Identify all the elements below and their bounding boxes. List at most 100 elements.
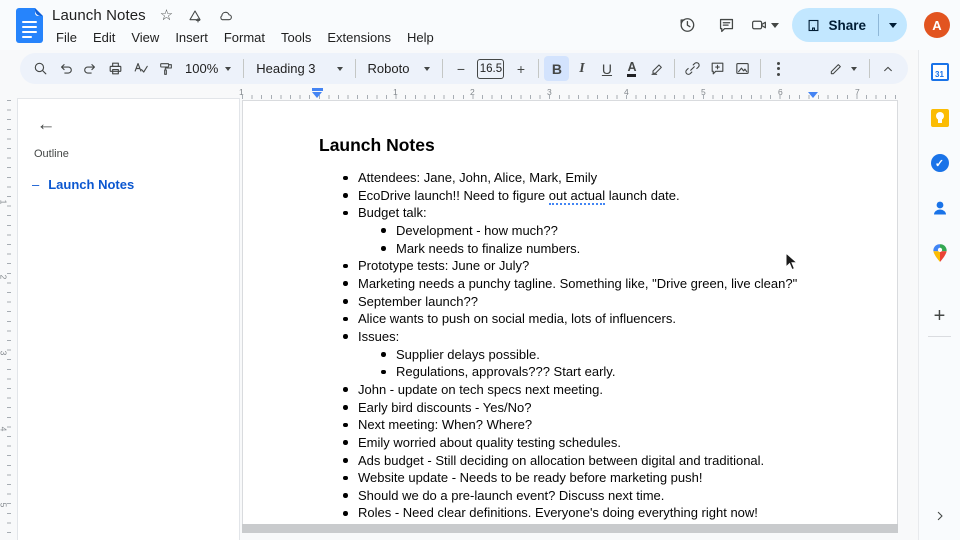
- paragraph-style-select[interactable]: Heading 3: [249, 56, 349, 81]
- get-addons-button[interactable]: +: [926, 302, 954, 330]
- list-item[interactable]: Roles - Need clear definitions. Everyone…: [243, 504, 897, 522]
- bullet-dot-icon: [343, 175, 348, 181]
- hide-menus-chevron-icon[interactable]: [875, 56, 900, 81]
- menu-file[interactable]: File: [48, 28, 85, 47]
- insert-link-icon[interactable]: [680, 56, 705, 81]
- underline-button[interactable]: U: [594, 56, 619, 81]
- document-status-cloud-icon[interactable]: [217, 8, 234, 24]
- undo-icon[interactable]: [53, 56, 78, 81]
- right-indent-marker[interactable]: [808, 92, 818, 98]
- bullet-dot-icon: [343, 458, 348, 463]
- show-side-panel-chevron-icon[interactable]: [932, 508, 948, 524]
- list-item[interactable]: Issues:: [243, 328, 897, 346]
- list-item[interactable]: Website update - Needs to be ready befor…: [243, 469, 897, 487]
- zoom-select[interactable]: 100%: [178, 56, 238, 81]
- bullet-dot-icon: [343, 387, 348, 392]
- menu-format[interactable]: Format: [216, 28, 273, 47]
- grammar-suggestion[interactable]: out actual: [548, 187, 606, 205]
- redo-icon[interactable]: [78, 56, 103, 81]
- bullet-dot-icon: [381, 246, 386, 251]
- contacts-icon[interactable]: [926, 194, 954, 222]
- bullet-dot-icon: [343, 510, 348, 516]
- list-item[interactable]: Should we do a pre-launch event? Discuss…: [243, 487, 897, 505]
- list-item[interactable]: Next meeting: When? Where?: [243, 416, 897, 434]
- list-item[interactable]: Supplier delays possible.: [243, 346, 897, 364]
- document-heading[interactable]: Launch Notes: [319, 135, 435, 156]
- outline-item-launch-notes[interactable]: – Launch Notes: [18, 173, 239, 196]
- menu-tools[interactable]: Tools: [273, 28, 319, 47]
- tasks-icon[interactable]: ✓: [926, 149, 954, 177]
- bullet-dot-icon: [343, 281, 348, 287]
- menu-view[interactable]: View: [123, 28, 167, 47]
- ruler-number: 3: [0, 351, 8, 356]
- close-outline-icon[interactable]: ←: [33, 112, 59, 138]
- decrease-font-size-button[interactable]: −: [448, 56, 473, 81]
- list-item[interactable]: Development - how much??: [243, 222, 897, 240]
- increase-font-size-button[interactable]: +: [508, 56, 533, 81]
- bullet-dot-icon: [343, 334, 348, 339]
- menu-insert[interactable]: Insert: [167, 28, 216, 47]
- list-item[interactable]: Early bird discounts - Yes/No?: [243, 399, 897, 417]
- ruler-number: 1: [0, 200, 8, 205]
- left-indent-marker[interactable]: [312, 88, 323, 98]
- highlight-color-icon[interactable]: [644, 56, 669, 81]
- editing-mode-select[interactable]: [821, 56, 864, 81]
- bullet-dot-icon: [343, 475, 348, 481]
- menu-extensions[interactable]: Extensions: [319, 28, 399, 47]
- search-menus-icon[interactable]: [28, 56, 53, 81]
- ruler-number: 1: [393, 87, 398, 97]
- ruler-number: 7: [855, 87, 860, 97]
- print-icon[interactable]: [103, 56, 128, 81]
- document-title[interactable]: Launch Notes: [52, 7, 146, 24]
- list-item[interactable]: Marketing needs a punchy tagline. Someth…: [243, 275, 897, 293]
- list-item[interactable]: September launch??: [243, 293, 897, 311]
- move-to-drive-icon[interactable]: [187, 8, 203, 24]
- vertical-ruler: 1 2 3 4 5: [0, 100, 12, 540]
- side-panel-divider: [928, 336, 951, 337]
- share-dropdown-caret-icon[interactable]: [879, 8, 907, 42]
- meet-dropdown-caret-icon[interactable]: [771, 22, 780, 28]
- list-item[interactable]: Ads budget - Still deciding on allocatio…: [243, 452, 897, 470]
- list-item[interactable]: EcoDrive launch!! Need to figure out act…: [243, 187, 897, 205]
- more-toolbar-options-icon[interactable]: [766, 56, 791, 81]
- spelling-check-icon[interactable]: [128, 56, 153, 81]
- ruler-number: 1: [239, 87, 244, 97]
- list-item[interactable]: Mark needs to finalize numbers.: [243, 240, 897, 258]
- font-size-input[interactable]: 16.5: [477, 58, 505, 79]
- outline-items: – Launch Notes: [18, 173, 239, 196]
- text-color-button[interactable]: A: [619, 56, 644, 81]
- paint-format-icon[interactable]: [153, 56, 178, 81]
- bullet-dot-icon: [343, 316, 348, 322]
- bullet-dot-icon: [343, 193, 348, 198]
- list-item[interactable]: Emily worried about quality testing sche…: [243, 434, 897, 452]
- menu-edit[interactable]: Edit: [85, 28, 123, 47]
- add-comment-icon[interactable]: [705, 56, 730, 81]
- version-history-icon[interactable]: [671, 9, 703, 41]
- share-button[interactable]: Share: [792, 8, 907, 42]
- meet-video-call-button[interactable]: [749, 16, 780, 34]
- ruler-number: 5: [0, 503, 8, 508]
- document-page[interactable]: Launch Notes Attendees: Jane, John, Alic…: [242, 100, 898, 524]
- list-item[interactable]: Alice wants to push on social media, lot…: [243, 310, 897, 328]
- bullet-dot-icon: [343, 422, 348, 428]
- keep-icon[interactable]: [926, 104, 954, 132]
- menu-help[interactable]: Help: [399, 28, 442, 47]
- bullet-dot-icon: [343, 263, 348, 269]
- list-item[interactable]: Attendees: Jane, John, Alice, Mark, Emil…: [243, 169, 897, 187]
- google-docs-logo-icon[interactable]: [16, 8, 43, 43]
- list-item[interactable]: John - update on tech specs next meeting…: [243, 381, 897, 399]
- list-item[interactable]: Regulations, approvals??? Start early.: [243, 363, 897, 381]
- star-icon[interactable]: ☆: [160, 7, 173, 24]
- maps-icon[interactable]: [926, 239, 954, 267]
- app-header: Launch Notes ☆ File Edit View Insert Format T…: [0, 0, 960, 50]
- account-avatar[interactable]: A: [924, 12, 950, 38]
- list-item[interactable]: Prototype tests: June or July?: [243, 257, 897, 275]
- insert-image-icon[interactable]: [730, 56, 755, 81]
- italic-button[interactable]: I: [569, 56, 594, 81]
- share-lock-icon: [809, 19, 819, 31]
- comments-icon[interactable]: [710, 9, 742, 41]
- calendar-icon[interactable]: 31: [926, 58, 954, 86]
- font-family-select[interactable]: Roboto: [361, 56, 438, 81]
- list-item[interactable]: Budget talk:: [243, 204, 897, 222]
- bold-button[interactable]: B: [544, 56, 570, 81]
